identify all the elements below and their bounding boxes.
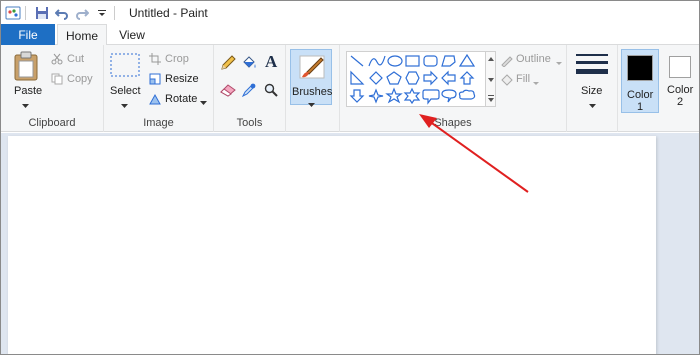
tab-home[interactable]: Home [57,24,107,46]
color-1-label: Color [627,89,654,101]
undo-icon[interactable] [54,5,70,21]
brushes-group: Brushes [286,45,340,132]
fill-dropdown-icon[interactable] [533,77,539,89]
rotate-dropdown-icon[interactable] [200,97,207,109]
five-point-star-shape-icon[interactable] [385,87,403,104]
shapes-group: Outline Fill Shapes [340,45,567,132]
paint-app-icon [5,5,21,21]
triangle-shape-icon[interactable] [458,53,476,67]
hexagon-shape-icon[interactable] [405,71,420,85]
fill-button[interactable]: Fill [516,73,530,85]
window-title: Untitled - Paint [129,5,208,20]
brushes-label: Brushes [292,86,333,98]
ribbon-tabs: File Home View [1,24,699,46]
copy-icon[interactable] [51,73,63,88]
tools-group: A Tools [214,45,286,132]
shapes-group-label: Shapes [434,117,472,129]
ribbon: Paste Cut Copy Clipboard Select Crop Res… [1,45,699,132]
fill-bucket-icon[interactable] [241,55,257,74]
svg-text:A: A [265,53,278,69]
paste-button[interactable]: Paste [14,85,42,97]
paint-window: Untitled - Paint File Home View Paste Cu… [0,0,700,355]
image-group-label: Image [143,117,174,129]
paste-icon[interactable] [13,51,39,84]
size-group: Size [567,45,618,132]
brush-icon [297,53,327,84]
oval-callout-shape-icon[interactable] [441,89,457,103]
clipboard-group-label: Clipboard [28,117,76,129]
canvas-workspace [1,133,699,354]
color-1-swatch [627,55,653,81]
oval-shape-icon[interactable] [387,55,403,67]
copy-button[interactable]: Copy [67,73,93,85]
brushes-dropdown-icon[interactable] [308,99,315,111]
brushes-button[interactable]: Brushes [290,49,333,107]
eraser-icon[interactable] [220,83,236,100]
text-icon[interactable]: A [264,52,278,72]
color-2-number[interactable]: 2 [677,96,683,108]
crop-button[interactable]: Crop [165,53,189,65]
select-dropdown-icon[interactable] [121,100,128,112]
rectangle-shape-icon[interactable] [405,55,420,67]
rounded-rectangle-shape-icon[interactable] [423,55,438,67]
line-shape-icon[interactable] [350,55,364,67]
color-picker-icon[interactable] [241,83,256,100]
down-arrow-shape-icon[interactable] [349,89,365,103]
rounded-callout-shape-icon[interactable] [422,89,440,105]
crop-icon[interactable] [149,53,161,68]
pentagon-shape-icon[interactable] [386,71,402,85]
title-bar: Untitled - Paint [1,1,699,24]
right-triangle-shape-icon[interactable] [350,70,365,85]
polygon-shape-icon[interactable] [441,55,456,67]
fill-icon[interactable] [500,73,514,90]
quick-access-separator [25,5,26,20]
clipboard-group: Paste Cut Copy Clipboard [1,45,104,132]
shapes-gallery-scroll[interactable] [486,51,496,107]
outline-dropdown-icon[interactable] [556,57,562,69]
pencil-icon[interactable] [220,55,236,74]
save-icon[interactable] [34,5,50,21]
tab-file[interactable]: File [1,24,55,45]
right-arrow-shape-icon[interactable] [423,70,438,86]
color-2-swatch[interactable] [669,56,691,78]
select-icon[interactable] [110,53,140,80]
outline-icon[interactable] [500,53,514,70]
image-group: Select Crop Resize Rotate Image [104,45,214,132]
size-lines-icon[interactable] [576,53,608,82]
curve-shape-icon[interactable] [368,55,386,67]
diamond-shape-icon[interactable] [369,71,383,85]
resize-icon[interactable] [149,73,161,88]
redo-icon[interactable] [74,5,90,21]
color-1-number: 1 [637,101,644,113]
cut-button[interactable]: Cut [67,53,84,65]
left-arrow-shape-icon[interactable] [441,70,456,86]
cloud-callout-shape-icon[interactable] [458,89,476,100]
colors-group: Color 1 Color 2 [618,45,699,132]
tab-view[interactable]: View [109,24,155,46]
outline-button[interactable]: Outline [516,53,551,65]
drawing-canvas[interactable] [8,136,656,354]
resize-button[interactable]: Resize [165,73,199,85]
quick-access-separator [114,5,115,20]
color-1-button[interactable]: Color 1 [621,49,659,113]
customize-toolbar-icon[interactable] [94,5,110,21]
four-point-star-shape-icon[interactable] [368,88,384,104]
six-point-star-shape-icon[interactable] [403,87,421,105]
shapes-gallery [346,51,486,107]
select-button[interactable]: Select [110,85,141,97]
size-button[interactable]: Size [581,85,602,97]
size-dropdown-icon[interactable] [589,100,596,112]
color-2-label[interactable]: Color [667,84,693,96]
rotate-icon[interactable] [149,93,162,108]
rotate-button[interactable]: Rotate [165,93,197,105]
tools-group-label: Tools [236,117,263,129]
up-arrow-shape-icon[interactable] [459,71,475,85]
paste-dropdown-icon[interactable] [22,100,29,112]
magnifier-icon[interactable] [264,83,278,100]
cut-icon[interactable] [51,53,63,68]
